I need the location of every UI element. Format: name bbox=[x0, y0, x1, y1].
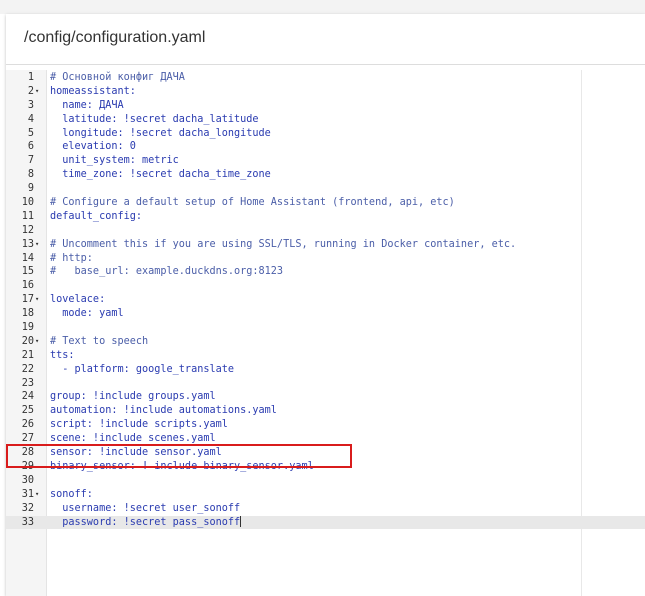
code-line[interactable]: 18 mode: yaml bbox=[6, 307, 645, 321]
line-number: 6 bbox=[27, 141, 34, 153]
code-line[interactable]: 17 ▾ lovelace: bbox=[6, 293, 645, 307]
code-line[interactable]: 14 # http: bbox=[6, 252, 645, 266]
code-line[interactable]: 9 bbox=[6, 182, 645, 196]
code-line[interactable]: 19 bbox=[6, 321, 645, 335]
code-line[interactable]: 16 bbox=[6, 279, 645, 293]
code-line[interactable]: 24 group: !include groups.yaml bbox=[6, 390, 645, 404]
fold-toggle-icon[interactable]: ▾ bbox=[35, 85, 39, 99]
line-number: 20 bbox=[21, 335, 34, 347]
code-line[interactable]: 22 - platform: google_translate bbox=[6, 363, 645, 377]
line-text: name: ДАЧА bbox=[50, 99, 124, 111]
code-line[interactable]: 11 default_config: bbox=[6, 210, 645, 224]
line-text: - platform: google_translate bbox=[50, 363, 235, 375]
line-number: 10 bbox=[21, 197, 34, 209]
line-text: homeassistant: bbox=[50, 85, 136, 97]
line-number: 11 bbox=[21, 210, 34, 222]
code-line[interactable]: 4 latitude: !secret dacha_latitude bbox=[6, 113, 645, 127]
line-text: latitude: !secret dacha_latitude bbox=[50, 113, 259, 125]
code-line[interactable]: 23 bbox=[6, 377, 645, 391]
line-text: elevation: 0 bbox=[50, 141, 136, 153]
line-text: automation: !include automations.yaml bbox=[50, 405, 277, 417]
line-number: 22 bbox=[21, 363, 34, 375]
line-number: 3 bbox=[27, 99, 34, 111]
code-line[interactable]: 12 bbox=[6, 224, 645, 238]
line-number: 16 bbox=[21, 280, 34, 292]
line-number: 31 bbox=[21, 488, 34, 500]
line-text: username: !secret user_sonoff bbox=[50, 502, 241, 514]
line-number: 21 bbox=[21, 349, 34, 361]
line-number: 17 bbox=[21, 294, 34, 306]
file-editor-card: /config/configuration.yaml 1 # Основной к… bbox=[6, 14, 645, 596]
line-number: 13 bbox=[21, 238, 34, 250]
line-number: 7 bbox=[27, 155, 34, 167]
fold-toggle-icon[interactable]: ▾ bbox=[35, 238, 39, 252]
line-number: 1 bbox=[27, 72, 34, 83]
code-line[interactable]: 2 ▾ homeassistant: bbox=[6, 85, 645, 99]
line-number: 12 bbox=[21, 224, 34, 236]
line-text: # Uncomment this if you are using SSL/TL… bbox=[50, 238, 517, 250]
fold-toggle-icon[interactable]: ▾ bbox=[35, 488, 39, 502]
code-editor[interactable]: 1 # Основной конфиг ДАЧА 2 ▾ homeassistant: 3… bbox=[6, 70, 645, 596]
code-line[interactable]: 30 bbox=[6, 474, 645, 488]
fold-toggle-icon[interactable]: ▾ bbox=[35, 335, 39, 349]
line-text: longitude: !secret dacha_longitude bbox=[50, 127, 271, 139]
line-number: 4 bbox=[27, 113, 34, 125]
line-text: time_zone: !secret dacha_time_zone bbox=[50, 169, 271, 181]
line-text: # Text to speech bbox=[50, 335, 149, 347]
line-number: 33 bbox=[21, 516, 34, 528]
line-number: 2 bbox=[27, 85, 34, 97]
code-line[interactable]: 6 elevation: 0 bbox=[6, 140, 645, 154]
file-path-title: /config/configuration.yaml bbox=[24, 29, 206, 46]
line-text: default_config: bbox=[50, 210, 143, 222]
line-number: 32 bbox=[21, 502, 34, 514]
line-number: 9 bbox=[27, 183, 34, 195]
code-line[interactable]: 21 tts: bbox=[6, 349, 645, 363]
line-number: 25 bbox=[21, 405, 34, 417]
code-line[interactable]: 26 script: !include scripts.yaml bbox=[6, 418, 645, 432]
line-text: sonoff: bbox=[50, 488, 93, 500]
line-number: 23 bbox=[21, 377, 34, 389]
line-text: # base_url: example.duckdns.org:8123 bbox=[50, 266, 284, 278]
code-line[interactable]: 3 name: ДАЧА bbox=[6, 99, 645, 113]
line-number: 24 bbox=[21, 391, 34, 403]
line-text: password: !secret pass_sonoff bbox=[50, 516, 242, 528]
line-text: unit_system: metric bbox=[50, 155, 179, 167]
code-line[interactable]: 13 ▾ # Uncomment this if you are using SSL… bbox=[6, 238, 645, 252]
code-line[interactable]: 31 ▾ sonoff: bbox=[6, 488, 645, 502]
code-line[interactable]: 10 # Configure a default setup of Home As… bbox=[6, 196, 645, 210]
code-line[interactable]: 15 # base_url: example.duckdns.org:8123 bbox=[6, 265, 645, 279]
fold-toggle-icon[interactable]: ▾ bbox=[35, 293, 39, 307]
text-cursor bbox=[240, 516, 242, 527]
line-text: script: !include scripts.yaml bbox=[50, 419, 228, 431]
code-line[interactable]: 33 password: !secret pass_sonoff bbox=[6, 515, 645, 530]
line-text: lovelace: bbox=[50, 294, 106, 306]
code-line[interactable]: 20 ▾ # Text to speech bbox=[6, 335, 645, 349]
code-line[interactable]: 32 username: !secret user_sonoff bbox=[6, 502, 645, 516]
line-number: 19 bbox=[21, 322, 34, 334]
line-number: 8 bbox=[27, 169, 34, 181]
code-line[interactable]: 7 unit_system: metric bbox=[6, 154, 645, 168]
top-bar bbox=[0, 0, 645, 14]
line-text: # http: bbox=[50, 252, 93, 264]
line-text: group: !include groups.yaml bbox=[50, 391, 216, 403]
line-number: 14 bbox=[21, 252, 34, 264]
code-line[interactable]: 8 time_zone: !secret dacha_time_zone bbox=[6, 168, 645, 182]
line-number: 18 bbox=[21, 308, 34, 320]
line-text: tts: bbox=[50, 349, 75, 361]
line-number: 30 bbox=[21, 474, 34, 486]
code-line[interactable]: 25 automation: !include automations.yaml bbox=[6, 404, 645, 418]
line-number: 26 bbox=[21, 419, 34, 431]
highlight-box-binary-sensor bbox=[6, 444, 352, 468]
line-number: 5 bbox=[27, 127, 34, 139]
title-divider bbox=[6, 64, 645, 65]
line-text: # Основной конфиг ДАЧА bbox=[50, 72, 185, 83]
line-text: # Configure a default setup of Home Assi… bbox=[50, 197, 455, 209]
code-line[interactable]: 5 longitude: !secret dacha_longitude bbox=[6, 127, 645, 141]
line-number: 15 bbox=[21, 266, 34, 278]
line-text: mode: yaml bbox=[50, 308, 124, 320]
code-line[interactable]: 1 # Основной конфиг ДАЧА bbox=[6, 71, 645, 85]
